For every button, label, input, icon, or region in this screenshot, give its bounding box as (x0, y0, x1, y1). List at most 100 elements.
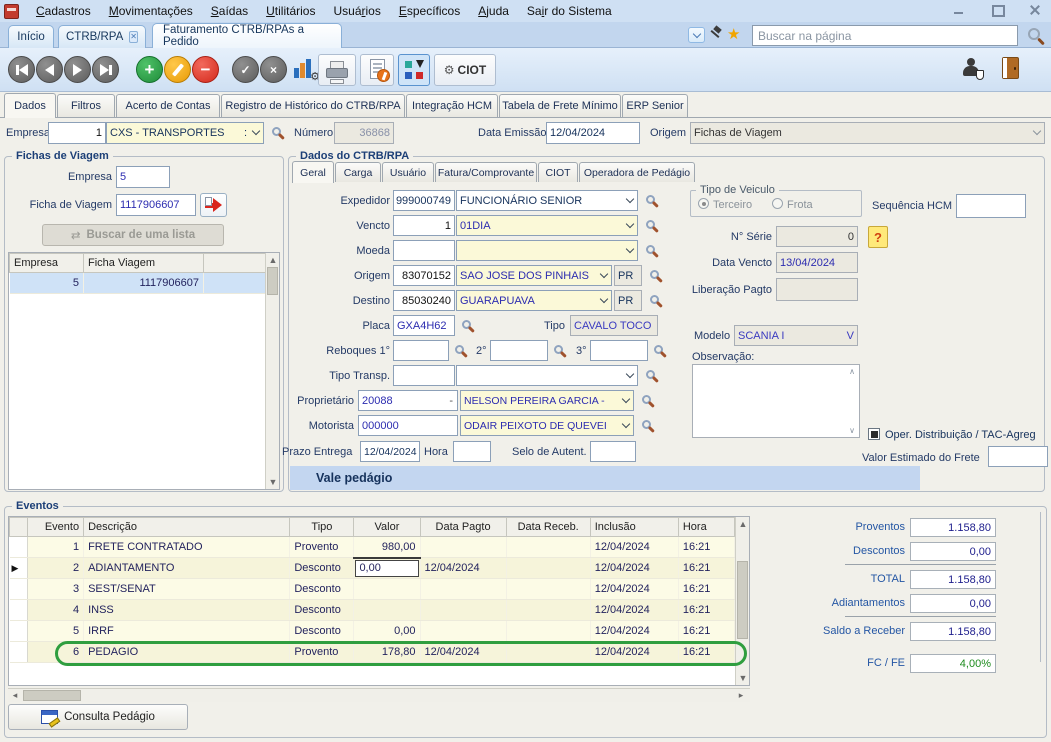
reboque1-search-icon[interactable] (455, 345, 464, 354)
origem-city-combo[interactable]: SAO JOSE DOS PINHAIS (456, 265, 612, 286)
eventos-vscrollbar[interactable]: ▲ ▼ (735, 517, 749, 685)
eventos-col-data-pagto[interactable]: Data Pagto (420, 518, 506, 537)
page-tab-acerto-de-contas[interactable]: Acerto de Contas (116, 94, 220, 117)
tipo-transp-combo[interactable] (456, 365, 638, 386)
fichas-col-ficha[interactable]: Ficha Viagem (84, 254, 204, 273)
nav-first-button[interactable] (8, 56, 35, 83)
consulta-pedagio-button[interactable]: Consulta Pedágio (8, 704, 188, 730)
hora-input[interactable] (453, 441, 491, 462)
destino-code-input[interactable]: 85030240 (393, 290, 455, 311)
placa-search-icon[interactable] (462, 320, 471, 329)
expedidor-code-input[interactable]: 999000749 (393, 190, 455, 211)
search-input[interactable]: Buscar na página (752, 25, 1018, 46)
motorista-code-input[interactable]: 000000 (358, 415, 458, 436)
nav-last-button[interactable] (92, 56, 119, 83)
favorite-star-icon[interactable]: ★ (727, 27, 740, 42)
chart-icon[interactable]: ⚙ (294, 57, 316, 81)
sequencia-hcm-input[interactable] (956, 194, 1026, 218)
delete-button[interactable]: − (192, 56, 219, 83)
origem-code-input[interactable]: 83070152 (393, 265, 455, 286)
reboque2-search-icon[interactable] (554, 345, 563, 354)
fichas-row[interactable]: 51117906607 (10, 273, 266, 294)
fichas-empresa-input[interactable]: 5 (116, 166, 170, 188)
confirm-button[interactable]: ✓ (232, 56, 259, 83)
page-tab-filtros[interactable]: Filtros (57, 94, 115, 117)
proprietario-search-icon[interactable] (642, 395, 651, 404)
page-tab-tabela-de-frete-m-nimo[interactable]: Tabela de Frete Mínimo (499, 94, 621, 117)
motorista-combo[interactable]: ODAIR PEIXOTO DE QUEVEI (460, 415, 634, 436)
page-tab-erp-senior[interactable]: ERP Senior (622, 94, 688, 117)
minimize-button[interactable] (951, 3, 967, 17)
tipo-transp-search-icon[interactable] (646, 370, 655, 379)
search-icon[interactable] (1028, 28, 1040, 40)
menu-item-cadastros[interactable]: Cadastros (27, 2, 100, 20)
report-button[interactable] (360, 54, 394, 86)
data-emissao-input[interactable]: 12/04/2024 (546, 122, 640, 144)
eventos-row[interactable]: ▶2ADIANTAMENTODesconto0,0012/04/202412/0… (10, 558, 735, 579)
menu-item-usu-rios[interactable]: Usuários (324, 2, 389, 20)
menu-item-espec-ficos[interactable]: Específicos (390, 2, 469, 20)
ctrb-tab-fatura-comprovante[interactable]: Fatura/Comprovante (435, 162, 537, 182)
vencto-code-input[interactable]: 1 (393, 215, 455, 236)
ctrb-tab-ciot[interactable]: CIOT (538, 162, 578, 182)
moeda-combo[interactable] (456, 240, 638, 261)
user-permissions-icon[interactable] (962, 58, 984, 80)
page-tab-registro-de-hist-rico-do-ctrb-rpa[interactable]: Registro de Histórico do CTRB/RPA (221, 94, 405, 117)
empresa-code-input[interactable]: 1 (48, 122, 106, 144)
eventos-row[interactable]: 3SEST/SENATDesconto12/04/202416:21 (10, 579, 735, 600)
destino-city-search-icon[interactable] (650, 295, 659, 304)
valor-edit-input[interactable]: 0,00 (355, 560, 418, 577)
eventos-col-hora[interactable]: Hora (678, 518, 734, 537)
empresa-combo[interactable]: CXS - TRANSPORTES : (106, 122, 264, 144)
edit-button[interactable] (164, 56, 191, 83)
exit-door-icon[interactable] (1002, 57, 1019, 79)
export-ficha-button[interactable] (200, 193, 227, 217)
ctrb-tab-carga[interactable]: Carga (335, 162, 381, 182)
doc-tab-3[interactable]: Faturamento CTRB/RPAs a Pedido (152, 23, 342, 48)
placa-input[interactable]: GXA4H62 (393, 315, 455, 336)
destino-city-combo[interactable]: GUARAPUAVA (456, 290, 612, 311)
empresa-search-icon[interactable] (272, 127, 281, 136)
ciot-button[interactable]: ⚙ CIOT (434, 54, 496, 86)
restore-button[interactable] (989, 3, 1005, 17)
close-button[interactable] (1027, 3, 1043, 17)
eventos-hscrollbar[interactable]: ◂ ▸ (8, 688, 750, 702)
radio-frota[interactable] (772, 198, 783, 209)
proprietario-code-input[interactable]: 20088- (358, 390, 458, 411)
prazo-entrega-input[interactable]: 12/04/2024 (360, 441, 420, 462)
oper-dist-checkbox[interactable] (868, 428, 880, 440)
observacao-scrollbar[interactable]: ∧∨ (846, 367, 858, 435)
observacao-textarea[interactable]: ∧∨ (692, 364, 860, 438)
eventos-col-tipo[interactable]: Tipo (290, 518, 354, 537)
selo-autent-input[interactable] (590, 441, 636, 462)
eventos-col-inclus-o[interactable]: Inclusão (590, 518, 678, 537)
reboque2-input[interactable] (490, 340, 548, 361)
doc-tab-1[interactable]: Início (8, 25, 54, 48)
reboque3-search-icon[interactable] (654, 345, 663, 354)
menu-item-ajuda[interactable]: Ajuda (469, 2, 518, 20)
ficha-viagem-input[interactable]: 1117906607 (116, 194, 196, 216)
eventos-row[interactable]: 4INSSDesconto12/04/202416:21 (10, 600, 735, 621)
page-tab-dados[interactable]: Dados (4, 93, 56, 118)
menu-item-sa-das[interactable]: Saídas (202, 2, 257, 20)
help-button[interactable]: ? (868, 226, 888, 248)
tab-overflow-button[interactable] (688, 27, 705, 43)
page-tab-integra-o-hcm[interactable]: Integração HCM (406, 94, 498, 117)
menu-item-movimenta-es[interactable]: Movimentações (100, 2, 202, 20)
eventos-row[interactable]: 6PEDAGIOProvento178,8012/04/202412/04/20… (10, 642, 735, 663)
ctrb-tab-usu-rio[interactable]: Usuário (382, 162, 434, 182)
pin-icon[interactable] (708, 26, 724, 42)
print-button[interactable] (318, 54, 356, 86)
tab-close-icon[interactable]: ✕ (129, 31, 138, 43)
radio-terceiro[interactable] (698, 198, 709, 209)
eventos-row[interactable]: 5IRRFDesconto0,0012/04/202416:21 (10, 621, 735, 642)
flow-button[interactable] (398, 54, 430, 86)
eventos-col-evento[interactable]: Evento (28, 518, 84, 537)
ctrb-tab-operadora-de-ped-gio[interactable]: Operadora de Pedágio (579, 162, 695, 182)
add-button[interactable]: + (136, 56, 163, 83)
origem-city-search-icon[interactable] (650, 270, 659, 279)
moeda-search-icon[interactable] (646, 245, 655, 254)
reboque1-input[interactable] (393, 340, 449, 361)
vencto-search-icon[interactable] (646, 220, 655, 229)
expedidor-combo[interactable]: FUNCIONÁRIO SENIOR (456, 190, 638, 211)
